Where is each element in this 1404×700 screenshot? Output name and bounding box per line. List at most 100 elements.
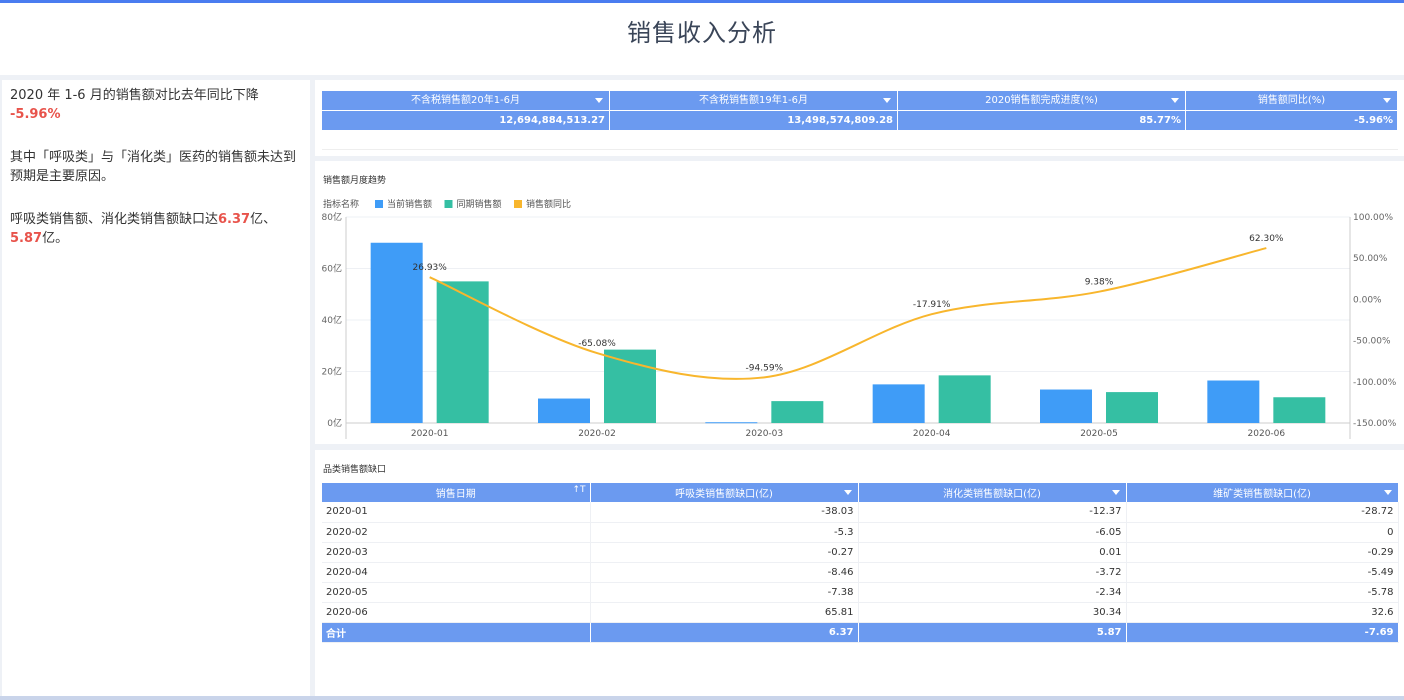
y-right-tick-label: -100.00% — [1353, 378, 1397, 388]
summary-line-2: 其中「呼吸类」与「消化类」医药的销售额未达到预期是主要原因。 — [10, 150, 297, 184]
cell-vitamin: -5.49 — [1126, 562, 1399, 583]
cell-digestive: -12.37 — [858, 502, 1127, 523]
cell-digestive: 30.34 — [858, 602, 1127, 623]
cell-respiratory: 65.81 — [590, 602, 859, 623]
y-right-tick-label: -150.00% — [1353, 419, 1397, 429]
col-header-vitamin[interactable]: 维矿类销售额缺口(亿) — [1126, 483, 1399, 502]
x-tick-label: 2020-04 — [913, 429, 951, 439]
cell-date: 2020-04 — [322, 562, 591, 583]
col-header-label: 维矿类销售额缺口(亿) — [1213, 489, 1311, 500]
bar-current-2020-03 — [705, 422, 758, 424]
data-label-yoy: -17.91% — [913, 300, 951, 310]
summary-text: 呼吸类销售额、消化类销售额缺口达 — [10, 212, 219, 227]
y-right-tick-label: -50.00% — [1353, 337, 1391, 347]
legend-swatch — [444, 200, 453, 208]
bar-current-2020-05 — [1040, 389, 1092, 423]
y-right-tick-label: 50.00% — [1353, 254, 1388, 264]
x-tick-label: 2020-05 — [1080, 429, 1118, 439]
table-row: 2020-05 -7.38 -2.34 -5.78 — [322, 582, 1399, 603]
data-label-yoy: 26.93% — [413, 263, 448, 273]
bar-prior-2020-03 — [771, 401, 824, 423]
cell-total-label: 合计 — [322, 622, 591, 643]
legend-item-3: 销售额同比 — [526, 198, 571, 210]
cell-digestive: 0.01 — [858, 542, 1127, 563]
summary-line-1: 2020 年 1-6 月的销售额对比去年同比下降 -5.96% — [10, 86, 302, 124]
cell-date: 2020-03 — [322, 542, 591, 563]
data-label-yoy: -65.08% — [578, 339, 616, 349]
col-header-respiratory[interactable]: 呼吸类销售额缺口(亿) — [590, 483, 859, 502]
col-header-label: 消化类销售额缺口(亿) — [943, 489, 1041, 500]
legend-item-1: 当前销售额 — [387, 198, 432, 210]
dropdown-arrow-icon[interactable] — [1111, 490, 1120, 495]
summary-yoy-value: -5.96% — [10, 107, 61, 122]
x-tick-label: 2020-02 — [578, 429, 616, 439]
summary-gap-respiratory: 6.37 — [218, 212, 251, 227]
cell-respiratory: -5.3 — [590, 522, 859, 543]
trend-chart: 指标名称 当前销售额 同期销售额 销售额同比 0亿 20亿 40亿 60亿 80亿 100.00%… — [322, 198, 1397, 439]
bar-prior-2020-02 — [604, 349, 656, 423]
gap-table-panel: 品类销售额缺口 销售日期 ↑T 呼吸类销售额缺口(亿) 消化类销售额缺口(亿) 维… — [315, 450, 1404, 696]
y-left-tick-label: 20亿 — [322, 366, 342, 378]
cell-digestive: -2.34 — [858, 582, 1127, 603]
sort-icon[interactable]: ↑T — [572, 485, 585, 495]
cell-total-digestive: 5.87 — [858, 622, 1127, 643]
cell-vitamin: -0.29 — [1126, 542, 1399, 563]
summary-gap-digestive: 5.87 — [10, 231, 43, 246]
table-row: 2020-03 -0.27 0.01 -0.29 — [322, 542, 1399, 563]
data-label-yoy: 62.30% — [1249, 234, 1284, 244]
legend-title: 指标名称 — [323, 198, 359, 210]
kpi-divider — [322, 132, 1398, 150]
kpi-header-yoy[interactable]: 销售额同比(%) — [1186, 91, 1398, 110]
cell-vitamin: 0 — [1126, 522, 1399, 543]
summary-text: 亿、 — [250, 212, 277, 227]
dropdown-arrow-icon[interactable] — [1383, 490, 1392, 495]
gap-table: 销售日期 ↑T 呼吸类销售额缺口(亿) 消化类销售额缺口(亿) 维矿类销售额缺口(… — [322, 483, 1399, 643]
y-left-tick-label: 80亿 — [322, 211, 342, 223]
cell-date: 2020-01 — [322, 502, 591, 523]
cell-vitamin: 32.6 — [1126, 602, 1399, 623]
kpi-header-progress[interactable]: 2020销售额完成进度(%) — [898, 91, 1186, 110]
bottom-bar — [0, 696, 1404, 700]
data-label-yoy: 9.38% — [1085, 278, 1114, 288]
table-row: 2020-01 -38.03 -12.37 -28.72 — [322, 502, 1399, 523]
summary-line-3: 呼吸类销售额、消化类销售额缺口达6.37亿、 5.87亿。 — [10, 210, 302, 248]
legend-swatch — [375, 200, 383, 208]
cell-date: 2020-06 — [322, 602, 591, 623]
cell-total-vitamin: -7.69 — [1126, 622, 1399, 643]
cell-respiratory: -38.03 — [590, 502, 859, 523]
y-left-tick-label: 40亿 — [322, 314, 342, 326]
page-title: 销售收入分析 — [627, 19, 777, 47]
legend-item-2: 同期销售额 — [457, 198, 502, 210]
table-row: 2020-02 -5.3 -6.05 0 — [322, 522, 1399, 543]
kpi-panel: 不含税销售额20年1-6月 不含税销售额19年1-6月 2020销售额完成进度(… — [315, 80, 1404, 156]
cell-date: 2020-02 — [322, 522, 591, 543]
cell-vitamin: -5.78 — [1126, 582, 1399, 603]
table-total-row: 合计 6.37 5.87 -7.69 — [322, 622, 1399, 643]
header-bar: 销售收入分析 — [0, 0, 1404, 75]
bar-prior-2020-06 — [1273, 397, 1326, 423]
col-header-digestive[interactable]: 消化类销售额缺口(亿) — [858, 483, 1127, 502]
cell-vitamin: -28.72 — [1126, 502, 1399, 523]
table-row: 2020-04 -8.46 -3.72 -5.49 — [322, 562, 1399, 583]
legend-swatch — [514, 200, 522, 208]
bar-current-2020-04 — [872, 384, 925, 423]
kpi-value-sales-2020: 12,694,884,513.27 — [322, 110, 610, 130]
table-row: 2020-06 65.81 30.34 32.6 — [322, 602, 1399, 623]
col-header-date[interactable]: 销售日期 ↑T — [322, 483, 591, 502]
col-header-label: 销售日期 — [435, 489, 476, 500]
kpi-header-sales-2020[interactable]: 不含税销售额20年1-6月 — [322, 91, 610, 110]
cell-respiratory: -0.27 — [590, 542, 859, 563]
y-left-tick-label: 0亿 — [327, 417, 342, 429]
summary-panel: 2020 年 1-6 月的销售额对比去年同比下降 -5.96% 其中「呼吸类」与… — [2, 80, 310, 696]
x-tick-label: 2020-03 — [746, 429, 784, 439]
cell-total-respiratory: 6.37 — [590, 622, 859, 643]
kpi-table: 不含税销售额20年1-6月 不含税销售额19年1-6月 2020销售额完成进度(… — [322, 91, 1398, 130]
col-header-label: 呼吸类销售额缺口(亿) — [675, 489, 773, 500]
table-title: 品类销售额缺口 — [323, 465, 387, 475]
kpi-header-sales-2019[interactable]: 不含税销售额19年1-6月 — [610, 91, 898, 110]
line-series-yoy — [429, 247, 1267, 380]
dropdown-arrow-icon[interactable] — [843, 490, 852, 495]
summary-text: 2020 年 1-6 月的销售额对比去年同比下降 — [10, 88, 259, 103]
data-label-yoy: -94.59% — [746, 363, 784, 373]
cell-respiratory: -7.38 — [590, 582, 859, 603]
